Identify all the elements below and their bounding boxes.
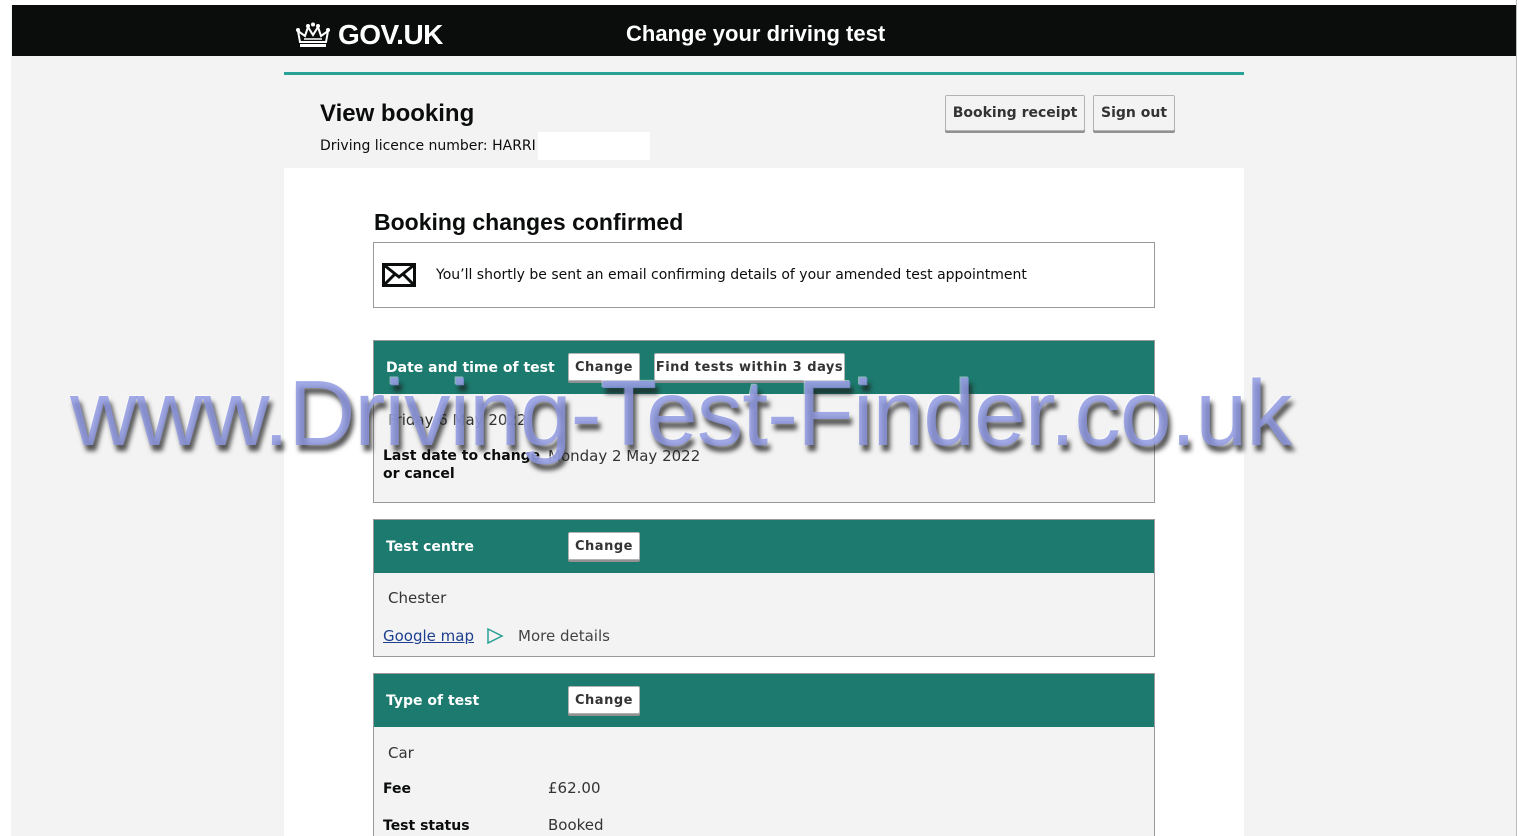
google-map-link[interactable]: Google map: [383, 627, 474, 645]
crown-icon: [296, 22, 330, 47]
redaction-box: [537, 132, 650, 160]
licence-label: Driving licence number: HARRI: [320, 138, 536, 154]
sign-out-button[interactable]: Sign out: [1093, 95, 1175, 131]
test-type-value: Car: [388, 744, 414, 762]
fee-key: Fee: [383, 781, 411, 797]
account-strip: View booking Driving licence number: HAR…: [284, 75, 1244, 168]
content-panel: Booking changes confirmed You’ll shortly…: [284, 168, 1244, 836]
status-value: Booked: [548, 816, 604, 834]
date-time-section: Date and time of test Change Find tests …: [373, 340, 1155, 503]
change-centre-button[interactable]: Change: [568, 532, 640, 560]
booking-receipt-button[interactable]: Booking receipt: [945, 95, 1085, 131]
test-date-value: Friday 6 May 2022: [388, 411, 527, 429]
change-type-button[interactable]: Change: [568, 686, 640, 714]
service-name-link[interactable]: Change your driving test: [626, 21, 885, 47]
centre-value: Chester: [388, 589, 447, 607]
play-arrow-icon[interactable]: [486, 627, 504, 645]
govuk-header: GOV.UK Change your driving test: [12, 5, 1516, 56]
page-title: View booking: [320, 100, 475, 127]
section-heading: Type of test: [386, 693, 480, 709]
section-header: Type of test Change: [374, 674, 1154, 727]
status-key: Test status: [383, 818, 470, 834]
logo-text: GOV.UK: [338, 19, 443, 50]
email-notice: You’ll shortly be sent an email confirmi…: [373, 242, 1155, 308]
section-header: Date and time of test Change Find tests …: [374, 341, 1154, 394]
section-heading: Test centre: [386, 539, 474, 555]
main-container: View booking Driving licence number: HAR…: [284, 72, 1244, 836]
fee-value: £62.00: [548, 779, 601, 797]
test-centre-section: Test centre Change Chester Google map Mo…: [373, 519, 1155, 657]
section-heading: Date and time of test: [386, 360, 555, 376]
last-date-value: Monday 2 May 2022: [548, 447, 701, 465]
last-date-key: Last date to change or cancel: [383, 448, 541, 482]
window-left-edge: [0, 0, 11, 836]
change-date-button[interactable]: Change: [568, 353, 640, 381]
envelope-icon: [382, 263, 416, 287]
find-tests-button[interactable]: Find tests within 3 days: [654, 353, 845, 381]
notice-text: You’ll shortly be sent an email confirmi…: [436, 267, 1027, 283]
more-details-toggle[interactable]: More details: [518, 627, 610, 645]
test-type-section: Type of test Change Car Fee £62.00 Test …: [373, 673, 1155, 836]
govuk-logo-link[interactable]: GOV.UK: [296, 19, 443, 51]
section-header: Test centre Change: [374, 520, 1154, 573]
confirmation-heading: Booking changes confirmed: [374, 209, 684, 235]
licence-number: Driving licence number: HARRI: [320, 132, 650, 160]
